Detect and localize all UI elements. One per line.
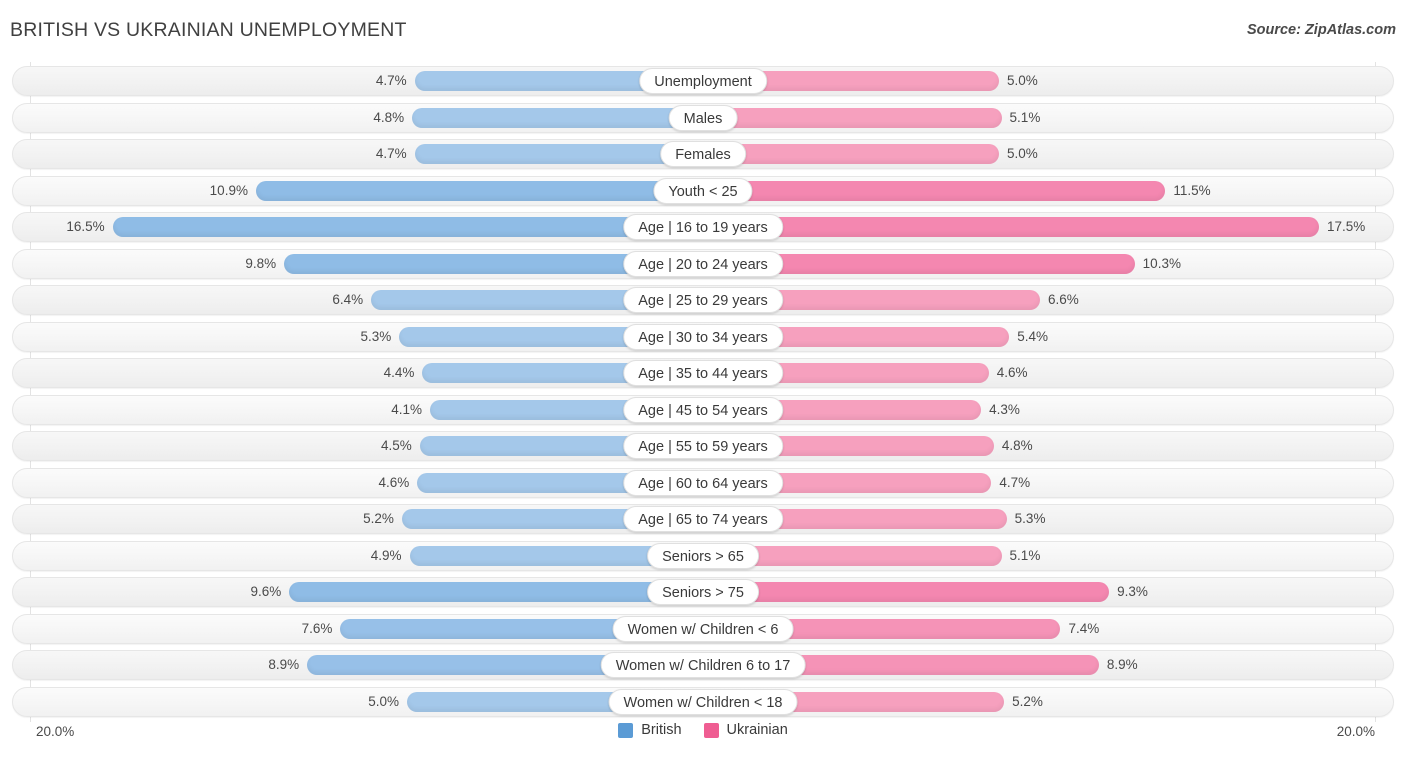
legend-item-ukrainian[interactable]: Ukrainian	[703, 722, 788, 738]
value-label-british: 4.6%	[378, 474, 410, 490]
value-label-british: 4.7%	[375, 146, 407, 161]
category-label-pill[interactable]: Age | 35 to 44 years	[623, 360, 783, 386]
category-label-pill[interactable]: Age | 16 to 19 years	[623, 214, 783, 240]
value-label-british: 4.5%	[381, 438, 412, 453]
category-label-pill[interactable]: Women w/ Children < 6	[612, 615, 794, 642]
chart-row: 4.6% 4.7% Age | 60 to 64 years	[12, 467, 1394, 498]
chart-row: 16.5% 17.5% Age | 16 to 19 years	[12, 212, 1394, 242]
value-label-ukrainian: 7.4%	[1068, 620, 1100, 636]
value-label-ukrainian: 4.8%	[1001, 438, 1033, 453]
value-label-british: 4.4%	[383, 365, 415, 380]
category-label-pill[interactable]: Age | 55 to 59 years	[623, 433, 783, 459]
category-label-pill[interactable]: Age | 20 to 24 years	[623, 250, 783, 277]
category-label-pill[interactable]: Women w/ Children < 18	[608, 688, 798, 715]
category-label-pill[interactable]: Youth < 25	[653, 177, 753, 204]
category-label-pill[interactable]: Age | 45 to 54 years	[623, 396, 783, 423]
value-label-british: 5.2%	[363, 511, 394, 526]
category-label-pill[interactable]: Unemployment	[639, 68, 767, 94]
value-label-ukrainian: 9.3%	[1117, 584, 1148, 599]
value-label-ukrainian: 5.3%	[1014, 511, 1046, 526]
value-label-ukrainian: 10.3%	[1142, 255, 1181, 271]
value-label-british: 6.4%	[332, 292, 364, 307]
bar-british[interactable]	[289, 582, 703, 602]
chart-row: 5.0% 5.2% Women w/ Children < 18	[12, 686, 1394, 717]
value-label-british: 10.9%	[209, 182, 248, 198]
value-label-british: 4.9%	[370, 547, 402, 563]
value-label-british: 4.1%	[391, 401, 423, 417]
chart-plot-area: 4.7% 5.0% Unemployment 4.8% 5.1% Males 4.7% 5.0…	[0, 62, 1406, 722]
legend-swatch-ukrainian	[703, 722, 719, 738]
chart-row: 4.7% 5.0% Females	[12, 139, 1394, 169]
category-label-pill[interactable]: Females	[660, 141, 746, 167]
bar-british[interactable]	[112, 217, 703, 237]
category-label-pill[interactable]: Age | 30 to 34 years	[623, 323, 783, 350]
value-label-ukrainian: 6.6%	[1047, 292, 1079, 307]
category-label-pill[interactable]: Age | 65 to 74 years	[623, 506, 783, 532]
value-label-ukrainian: 5.1%	[1009, 109, 1041, 125]
bar-ukrainian[interactable]	[703, 107, 1002, 128]
value-label-ukrainian: 17.5%	[1327, 219, 1366, 234]
legend-label-british: British	[641, 722, 682, 738]
chart-row: 6.4% 6.6% Age | 25 to 29 years	[12, 285, 1394, 315]
chart-row: 4.1% 4.3% Age | 45 to 54 years	[12, 394, 1394, 425]
category-label-pill[interactable]: Women w/ Children 6 to 17	[600, 652, 806, 678]
bar-ukrainian[interactable]	[703, 582, 1110, 602]
chart-row: 4.4% 4.6% Age | 35 to 44 years	[12, 358, 1394, 388]
value-label-ukrainian: 5.4%	[1017, 328, 1049, 344]
category-label-pill[interactable]: Males	[668, 104, 738, 131]
chart-row: 7.6% 7.4% Women w/ Children < 6	[12, 613, 1394, 644]
value-label-british: 5.0%	[368, 693, 399, 709]
page-title: BRITISH VS UKRAINIAN UNEMPLOYMENT	[10, 19, 407, 41]
chart-row: 4.9% 5.1% Seniors > 65	[12, 540, 1394, 571]
bar-british[interactable]	[412, 107, 703, 128]
category-label-pill[interactable]: Age | 60 to 64 years	[623, 469, 783, 496]
value-label-ukrainian: 11.5%	[1173, 182, 1211, 198]
chart-row: 4.8% 5.1% Males	[12, 102, 1394, 133]
bar-british[interactable]	[255, 180, 703, 201]
category-label-pill[interactable]: Age | 25 to 29 years	[623, 287, 783, 313]
value-label-british: 9.8%	[245, 255, 277, 271]
legend-label-ukrainian: Ukrainian	[726, 722, 788, 738]
value-label-british: 9.6%	[250, 584, 282, 599]
chart-row: 4.7% 5.0% Unemployment	[12, 66, 1394, 96]
value-label-british: 4.7%	[375, 73, 407, 88]
value-label-ukrainian: 4.6%	[996, 365, 1028, 380]
legend-swatch-british	[618, 722, 634, 738]
value-label-ukrainian: 5.2%	[1012, 693, 1043, 709]
value-label-ukrainian: 4.7%	[999, 474, 1031, 490]
chart-row: 10.9% 11.5% Youth < 25	[12, 175, 1394, 206]
category-label-pill[interactable]: Seniors > 65	[647, 542, 759, 569]
value-label-ukrainian: 5.0%	[1007, 146, 1038, 161]
bar-ukrainian[interactable]	[703, 217, 1319, 237]
category-label-pill[interactable]: Seniors > 75	[647, 579, 759, 605]
value-label-british: 8.9%	[268, 657, 300, 672]
value-label-ukrainian: 5.1%	[1009, 547, 1041, 563]
chart-legend: British Ukrainian	[0, 722, 1406, 738]
chart-row: 4.5% 4.8% Age | 55 to 59 years	[12, 431, 1394, 461]
chart-row: 5.2% 5.3% Age | 65 to 74 years	[12, 504, 1394, 534]
value-label-ukrainian: 5.0%	[1007, 73, 1038, 88]
value-label-ukrainian: 8.9%	[1106, 657, 1138, 672]
value-label-british: 16.5%	[66, 219, 105, 234]
value-label-ukrainian: 4.3%	[989, 401, 1020, 417]
bar-ukrainian[interactable]	[703, 180, 1166, 201]
value-label-british: 4.8%	[373, 109, 405, 125]
source-attribution: Source: ZipAtlas.com	[1246, 22, 1396, 38]
value-label-british: 7.6%	[301, 620, 333, 636]
bar-ukrainian[interactable]	[703, 144, 999, 164]
chart-row: 9.8% 10.3% Age | 20 to 24 years	[12, 248, 1394, 279]
chart-row: 8.9% 8.9% Women w/ Children 6 to 17	[12, 650, 1394, 680]
chart-row: 9.6% 9.3% Seniors > 75	[12, 577, 1394, 607]
chart-row: 5.3% 5.4% Age | 30 to 34 years	[12, 321, 1394, 352]
value-label-british: 5.3%	[360, 328, 392, 344]
legend-item-british[interactable]: British	[618, 722, 682, 738]
